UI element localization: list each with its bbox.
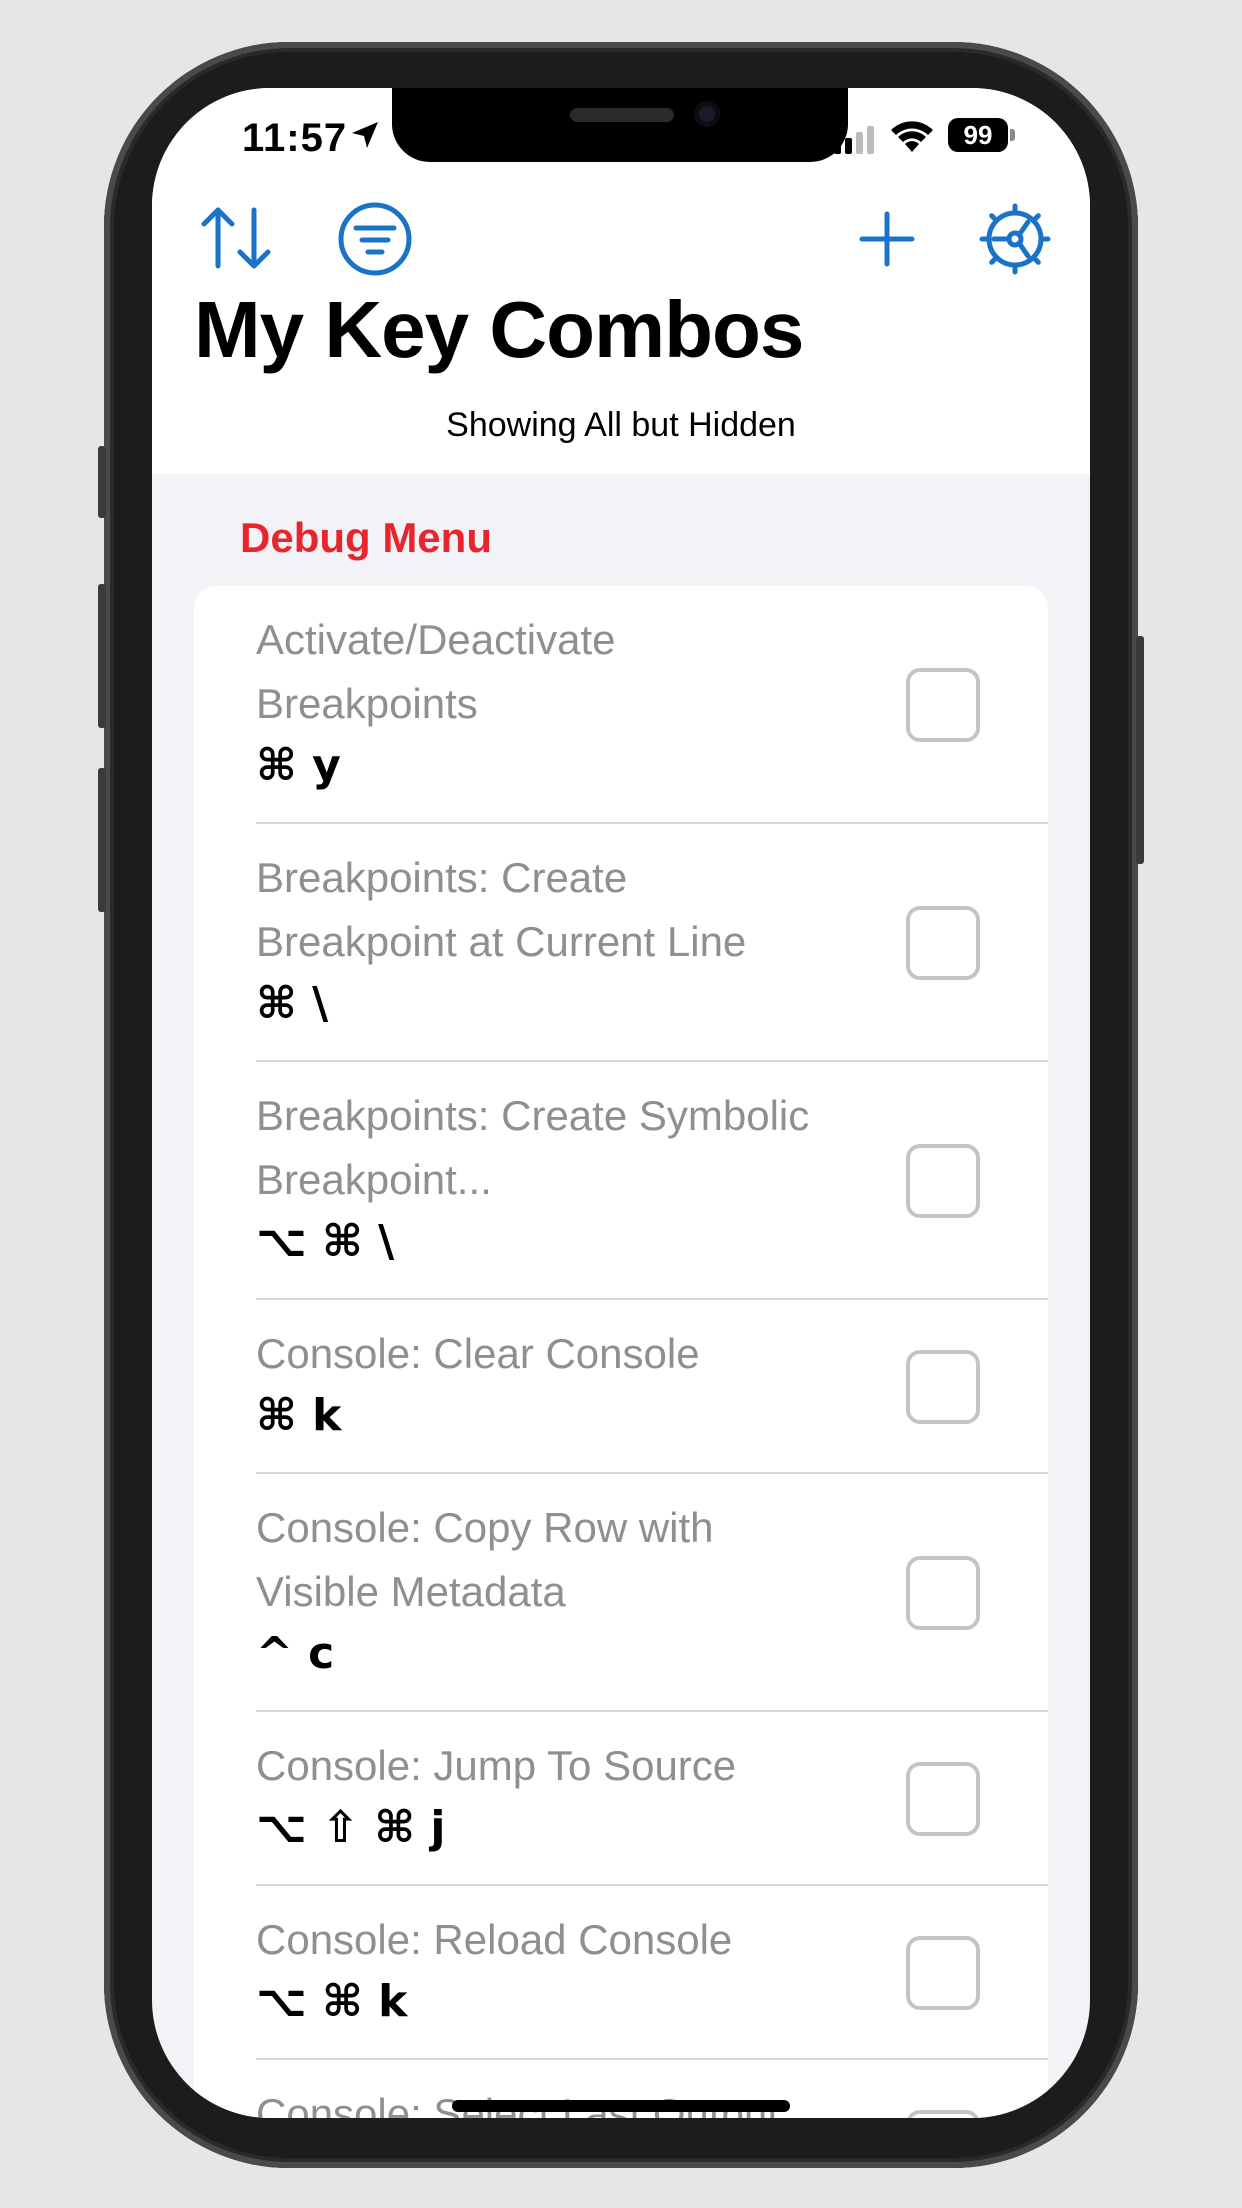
combo-name: Breakpoint at Current Line — [256, 918, 747, 965]
screen: 11:57 99 My Key Combos Showing All but H… — [152, 88, 1090, 2118]
filter-icon[interactable] — [334, 198, 416, 280]
combo-name: Breakpoints: Create Symbolic — [256, 1092, 810, 1139]
home-indicator[interactable] — [452, 2100, 790, 2112]
list-item-text: Activate/Deactivate Breakpoints ⌘ y — [256, 608, 896, 794]
combo-keys: ⌥ ⌘ k — [256, 1976, 408, 2027]
plus-icon[interactable] — [846, 198, 928, 280]
list-item-text: Console: Jump To Source ⌥ ⇧ ⌘ j — [256, 1734, 896, 1856]
list-item[interactable]: Console: Reload Console ⌥ ⌘ k — [194, 1886, 1048, 2060]
combo-keys: ⌥ ⇧ ⌘ j — [256, 1802, 446, 1853]
hide-checkbox[interactable] — [906, 668, 980, 742]
camera — [694, 101, 720, 127]
combo-keys: ⌘ \ — [256, 978, 329, 1029]
combo-keys: ⌘ k — [256, 1390, 342, 1441]
notch — [392, 88, 848, 162]
combo-name: Console: Reload Console — [256, 1916, 733, 1963]
combo-name: Console: Jump To Source — [256, 1742, 737, 1789]
battery-icon: 99 — [948, 118, 1016, 154]
hide-checkbox[interactable] — [906, 906, 980, 980]
wifi-icon — [891, 121, 933, 152]
gear-icon[interactable] — [974, 198, 1056, 280]
list-item-text: Console: Reload Console ⌥ ⌘ k — [256, 1908, 896, 2030]
battery-level: 99 — [948, 118, 1008, 152]
sort-arrows-icon[interactable] — [196, 198, 278, 280]
list-item-text: Breakpoints: Create Symbolic Breakpoint..… — [256, 1084, 896, 1270]
combo-keys: ⌘ y — [256, 740, 341, 791]
list-item[interactable]: Console: Clear Console ⌘ k — [194, 1300, 1048, 1474]
filter-status-text: Showing All but Hidden — [446, 406, 796, 444]
hide-checkbox[interactable] — [906, 2110, 980, 2118]
section-header: Debug Menu — [240, 514, 492, 561]
combo-name: Visible Metadata — [256, 1568, 566, 1615]
combo-name: Breakpoints — [256, 680, 478, 727]
list-item[interactable]: Console: Copy Row with Visible Metadata ^ … — [194, 1474, 1048, 1712]
list-item-text: Console: Clear Console ⌘ k — [256, 1322, 896, 1444]
hide-checkbox[interactable] — [906, 1762, 980, 1836]
combo-name: Breakpoints: Create — [256, 854, 628, 901]
combo-name: Activate/Deactivate — [256, 616, 616, 663]
volume-up-button — [98, 584, 106, 728]
list-item[interactable]: Console: Jump To Source ⌥ ⇧ ⌘ j — [194, 1712, 1048, 1886]
combo-name: Console: Clear Console — [256, 1330, 700, 1377]
toolbar — [152, 196, 1090, 286]
key-combo-list: Activate/Deactivate Breakpoints ⌘ y Breakpo… — [194, 586, 1048, 2118]
list-item[interactable]: Activate/Deactivate Breakpoints ⌘ y — [194, 586, 1048, 824]
hide-checkbox[interactable] — [906, 1144, 980, 1218]
list-item-text: Console: Copy Row with Visible Metadata ^ … — [256, 1496, 896, 1682]
hide-checkbox[interactable] — [906, 1936, 980, 2010]
page-title: My Key Combos — [194, 285, 804, 374]
combo-name: Breakpoint... — [256, 1156, 492, 1203]
hide-checkbox[interactable] — [906, 1350, 980, 1424]
combo-name: Console: Copy Row with — [256, 1504, 714, 1551]
combo-keys: ^ c — [256, 1628, 335, 1679]
volume-down-button — [98, 768, 106, 912]
list-item[interactable]: Breakpoints: Create Symbolic Breakpoint..… — [194, 1062, 1048, 1300]
silent-switch — [98, 446, 106, 518]
power-button — [1136, 636, 1144, 864]
hide-checkbox[interactable] — [906, 1556, 980, 1630]
speaker — [570, 108, 674, 122]
list-item[interactable]: Breakpoints: Create Breakpoint at Current… — [194, 824, 1048, 1062]
status-time: 11:57 — [242, 116, 348, 160]
combo-keys: ⌥ ⌘ \ — [256, 1216, 395, 1267]
list-item-text: Breakpoints: Create Breakpoint at Current… — [256, 846, 896, 1032]
location-arrow-icon — [352, 122, 378, 148]
